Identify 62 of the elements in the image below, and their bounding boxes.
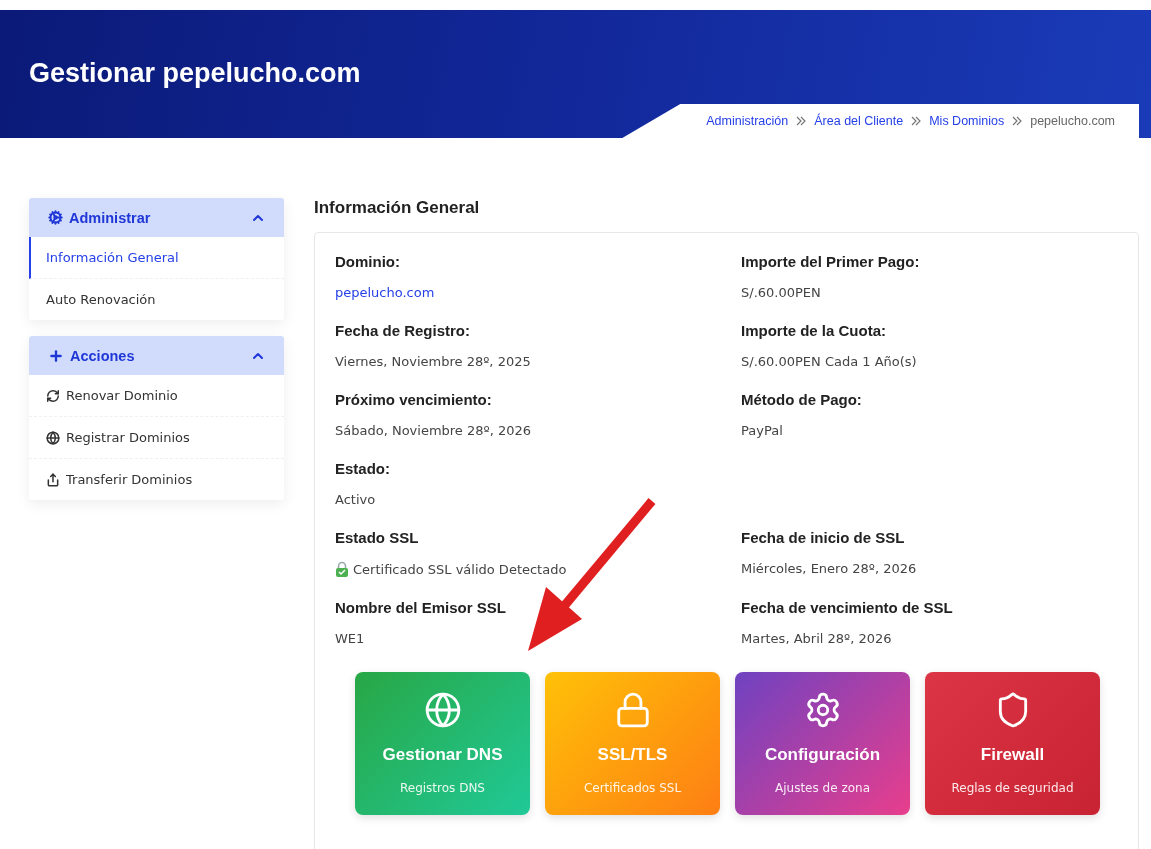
field-value: S/.60.00PEN (741, 285, 822, 300)
double-chevron-icon (796, 116, 807, 126)
domain-link[interactable]: pepelucho.com (335, 285, 741, 300)
globe-icon (46, 430, 60, 445)
sidebar-item[interactable]: Renovar Dominio (29, 375, 284, 417)
field-value: Certificado SSL válido Detectado (335, 561, 741, 577)
globe-icon (423, 691, 462, 729)
breadcrumb-link[interactable]: Administración (706, 114, 789, 128)
field-value: Viernes, Noviembre 28º, 2025 (335, 354, 532, 369)
share-icon (46, 472, 60, 487)
breadcrumb-link[interactable]: Área del Cliente (814, 114, 904, 128)
field-value: Sábado, Noviembre 28º, 2026 (335, 423, 532, 438)
sidebar-item[interactable]: Transferir Dominios (29, 459, 284, 500)
field-label: Fecha de inicio de SSL (741, 529, 906, 546)
action-tile[interactable]: Configuración Ajustes de zona (735, 672, 910, 815)
item-label: Renovar Dominio (66, 388, 178, 403)
item-label: Registrar Dominios (66, 430, 190, 445)
field-label: Método de Pago: (741, 391, 863, 408)
sidebar-item[interactable]: Información General (29, 237, 284, 279)
field-value: Miércoles, Enero 28º, 2026 (741, 561, 918, 576)
tile-subtitle: Ajustes de zona (775, 781, 870, 795)
field-label: Estado: (335, 460, 391, 477)
field-value: Activo (335, 492, 377, 507)
tile-title: Firewall (980, 745, 1045, 765)
item-label: Auto Renovación (46, 292, 156, 307)
field-value: PayPal (741, 423, 784, 438)
panel-header[interactable]: Administrar (29, 198, 284, 237)
section-title: Información General (314, 198, 481, 218)
panel-title: Acciones (70, 347, 136, 364)
field-value: Martes, Abril 28º, 2026 (741, 631, 893, 646)
page-title: Gestionar pepelucho.com (28, 57, 362, 89)
tile-title: SSL/TLS (597, 745, 668, 765)
sidebar-item[interactable]: Registrar Dominios (29, 417, 284, 459)
tile-subtitle: Certificados SSL (583, 781, 682, 795)
panel-title: Administrar (69, 209, 152, 226)
double-chevron-icon (911, 116, 922, 126)
breadcrumb-link[interactable]: Mis Dominios (929, 114, 1005, 128)
field-label: Importe del Primer Pago: (741, 253, 921, 270)
double-chevron-icon (1012, 116, 1023, 126)
field-value: S/.60.00PEN Cada 1 Año(s) (741, 354, 918, 369)
field-label: Fecha de Registro: (335, 322, 472, 339)
item-label: Transferir Dominios (66, 472, 193, 487)
field-label: Fecha de vencimiento de SSL (741, 599, 954, 616)
tile-subtitle: Registros DNS (400, 781, 485, 795)
plus-icon (48, 347, 64, 364)
action-tile[interactable]: Firewall Reglas de seguridad (925, 672, 1100, 815)
field-label: Próximo vencimiento: (335, 391, 493, 408)
tile-title: Gestionar DNS (382, 745, 503, 765)
sidebar-item[interactable]: Auto Renovación (29, 279, 284, 320)
gear-icon (48, 210, 63, 225)
item-label: Información General (46, 250, 179, 265)
tile-subtitle: Reglas de seguridad (951, 781, 1074, 795)
padlock-icon (335, 561, 349, 577)
field-label: Importe de la Cuota: (741, 322, 887, 339)
breadcrumb-current: pepelucho.com (1030, 114, 1115, 128)
refresh-icon (46, 388, 60, 403)
field-value: WE1 (335, 631, 366, 646)
tile-title: Configuración (764, 745, 881, 765)
field-label: Dominio: (335, 253, 401, 270)
field-label: Estado SSL (335, 529, 420, 546)
panel-header[interactable]: Acciones (29, 336, 284, 375)
field-label: Nombre del Emisor SSL (335, 599, 507, 616)
